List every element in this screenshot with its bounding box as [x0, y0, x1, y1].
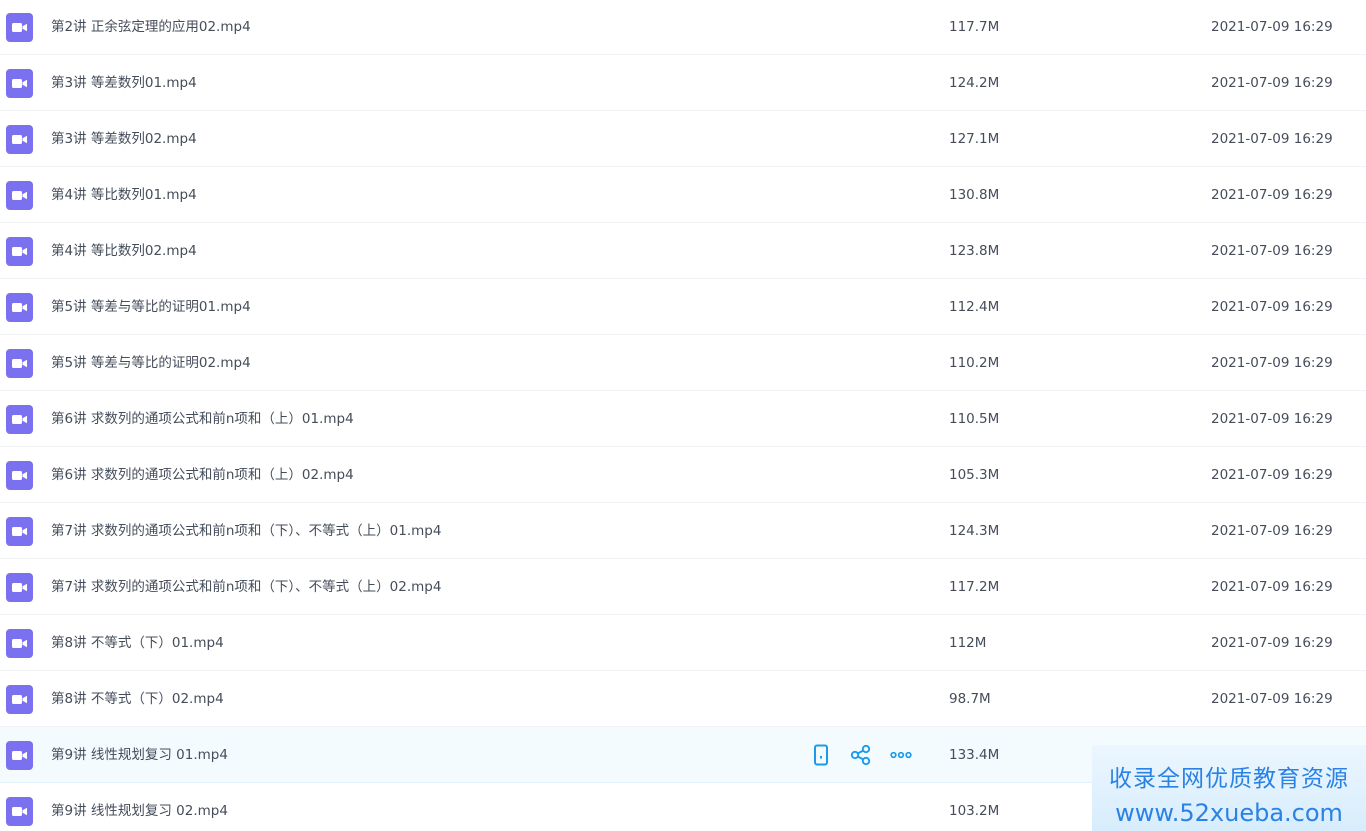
file-row[interactable]: 第8讲 不等式（下）01.mp4 112M 2021-07-09 16:29	[0, 615, 1366, 671]
file-row[interactable]: 第6讲 求数列的通项公式和前n项和（上）02.mp4 105.3M 2021-07-…	[0, 447, 1366, 503]
file-size: 124.3M	[949, 523, 1000, 539]
file-modified-date: 2021-07-09 16:29	[1211, 75, 1333, 91]
file-row[interactable]: 第7讲 求数列的通项公式和前n项和（下）、不等式（上）01.mp4 124.3M 2…	[0, 503, 1366, 559]
file-name[interactable]: 第4讲 等比数列01.mp4	[51, 167, 197, 223]
file-name[interactable]: 第6讲 求数列的通项公式和前n项和（上）02.mp4	[51, 447, 354, 503]
file-name[interactable]: 第4讲 等比数列02.mp4	[51, 223, 197, 279]
file-row[interactable]: 第7讲 求数列的通项公式和前n项和（下）、不等式（上）02.mp4 117.2M 2…	[0, 559, 1366, 615]
file-modified-date: 2021-07-09 16:29	[1211, 355, 1333, 371]
file-row[interactable]: 第4讲 等比数列01.mp4 130.8M 2021-07-09 16:29	[0, 167, 1366, 223]
file-name[interactable]: 第8讲 不等式（下）01.mp4	[51, 615, 224, 671]
share-button[interactable]	[848, 742, 874, 768]
file-size: 110.2M	[949, 355, 1000, 371]
file-name[interactable]: 第9讲 线性规划复习 02.mp4	[51, 783, 228, 831]
file-row[interactable]: 第5讲 等差与等比的证明02.mp4 110.2M 2021-07-09 16:29	[0, 335, 1366, 391]
file-size: 98.7M	[949, 691, 991, 707]
file-name[interactable]: 第7讲 求数列的通项公式和前n项和（下）、不等式（上）01.mp4	[51, 503, 441, 559]
video-file-icon	[6, 180, 33, 210]
file-modified-date: 2021-07-09 16:29	[1211, 187, 1333, 203]
file-size: 112M	[949, 635, 987, 651]
send-to-phone-button[interactable]	[808, 742, 834, 768]
video-file-icon	[6, 572, 33, 602]
file-modified-date: 2021-07-09 16:29	[1211, 243, 1333, 259]
video-file-icon	[6, 796, 33, 826]
file-modified-date: 2021-07-09 16:29	[1211, 411, 1333, 427]
more-button[interactable]	[888, 742, 914, 768]
file-size: 117.7M	[949, 19, 1000, 35]
video-file-icon	[6, 236, 33, 266]
file-modified-date: 2021-07-09 16:29	[1211, 299, 1333, 315]
file-name[interactable]: 第3讲 等差数列02.mp4	[51, 111, 197, 167]
file-row[interactable]: 第2讲 正余弦定理的应用02.mp4 117.7M 2021-07-09 16:29	[0, 0, 1366, 55]
file-list: 第2讲 正余弦定理的应用02.mp4 117.7M 2021-07-09 16:29…	[0, 0, 1366, 831]
file-size: 117.2M	[949, 579, 1000, 595]
row-actions	[808, 727, 928, 783]
file-name[interactable]: 第7讲 求数列的通项公式和前n项和（下）、不等式（上）02.mp4	[51, 559, 441, 615]
file-size: 105.3M	[949, 467, 1000, 483]
file-modified-date: 2021-07-09 16:29	[1211, 467, 1333, 483]
file-size: 127.1M	[949, 131, 1000, 147]
phone-icon	[813, 744, 829, 766]
video-file-icon	[6, 684, 33, 714]
file-row[interactable]: 第3讲 等差数列02.mp4 127.1M 2021-07-09 16:29	[0, 111, 1366, 167]
watermark-slogan: 收录全网优质教育资源	[1109, 766, 1349, 792]
file-modified-date: 2021-07-09 16:29	[1211, 691, 1333, 707]
file-row[interactable]: 第6讲 求数列的通项公式和前n项和（上）01.mp4 110.5M 2021-07-…	[0, 391, 1366, 447]
file-modified-date: 2021-07-09 16:29	[1211, 635, 1333, 651]
file-size: 133.4M	[949, 747, 1000, 763]
file-modified-date: 2021-07-09 16:29	[1211, 19, 1333, 35]
file-size: 112.4M	[949, 299, 1000, 315]
file-size: 110.5M	[949, 411, 1000, 427]
file-name[interactable]: 第3讲 等差数列01.mp4	[51, 55, 197, 111]
file-name[interactable]: 第5讲 等差与等比的证明01.mp4	[51, 279, 251, 335]
share-icon	[850, 744, 872, 766]
file-size: 124.2M	[949, 75, 1000, 91]
file-name[interactable]: 第2讲 正余弦定理的应用02.mp4	[51, 0, 251, 56]
file-row[interactable]: 第8讲 不等式（下）02.mp4 98.7M 2021-07-09 16:29	[0, 671, 1366, 727]
file-size: 130.8M	[949, 187, 1000, 203]
watermark: 收录全网优质教育资源 www.52xueba.com	[1092, 745, 1366, 831]
video-file-icon	[6, 628, 33, 658]
file-modified-date: 2021-07-09 16:29	[1211, 131, 1333, 147]
more-icon	[890, 751, 912, 759]
file-row[interactable]: 第5讲 等差与等比的证明01.mp4 112.4M 2021-07-09 16:29	[0, 279, 1366, 335]
file-name[interactable]: 第5讲 等差与等比的证明02.mp4	[51, 335, 251, 391]
file-row[interactable]: 第3讲 等差数列01.mp4 124.2M 2021-07-09 16:29	[0, 55, 1366, 111]
file-size: 103.2M	[949, 803, 1000, 819]
video-file-icon	[6, 13, 33, 42]
video-file-icon	[6, 740, 33, 770]
file-modified-date: 2021-07-09 16:29	[1211, 579, 1333, 595]
video-file-icon	[6, 292, 33, 322]
file-size: 123.8M	[949, 243, 1000, 259]
video-file-icon	[6, 124, 33, 154]
file-row[interactable]: 第4讲 等比数列02.mp4 123.8M 2021-07-09 16:29	[0, 223, 1366, 279]
file-name[interactable]: 第9讲 线性规划复习 01.mp4	[51, 727, 228, 783]
file-modified-date: 2021-07-09 16:29	[1211, 523, 1333, 539]
watermark-url: www.52xueba.com	[1115, 799, 1343, 827]
file-name[interactable]: 第8讲 不等式（下）02.mp4	[51, 671, 224, 727]
video-file-icon	[6, 68, 33, 98]
video-file-icon	[6, 516, 33, 546]
video-file-icon	[6, 460, 33, 490]
file-name[interactable]: 第6讲 求数列的通项公式和前n项和（上）01.mp4	[51, 391, 354, 447]
video-file-icon	[6, 404, 33, 434]
video-file-icon	[6, 348, 33, 378]
